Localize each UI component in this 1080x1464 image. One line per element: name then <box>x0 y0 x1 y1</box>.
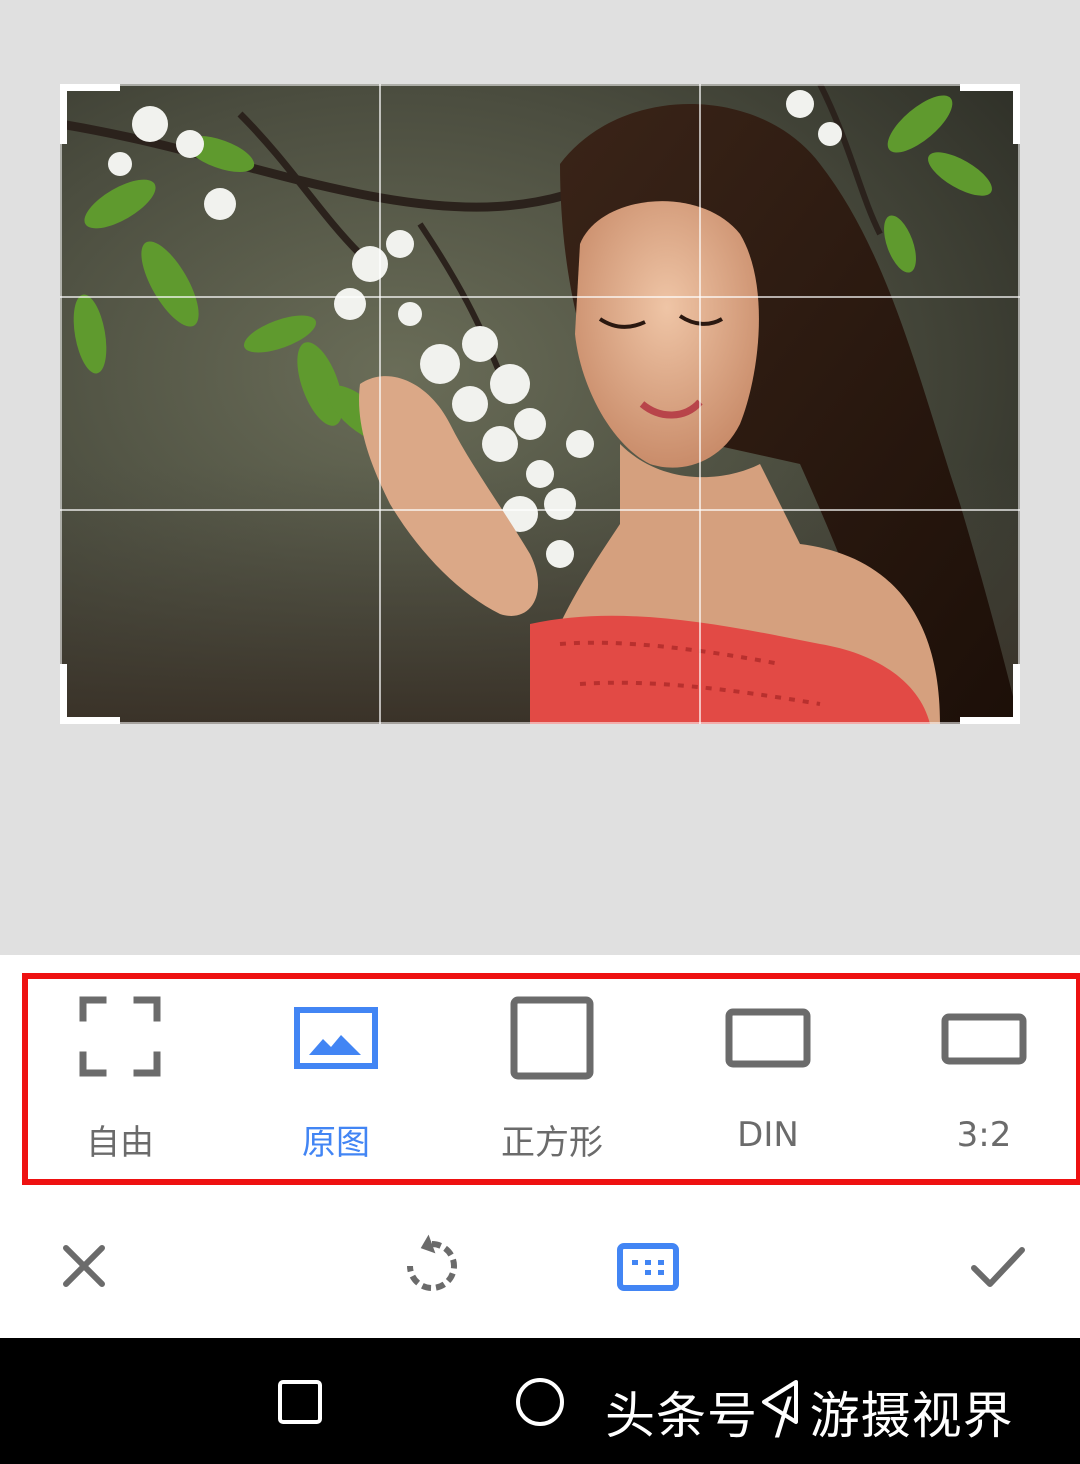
confirm-button[interactable] <box>958 1226 1038 1306</box>
crop-frame <box>60 84 1020 724</box>
recents-button[interactable] <box>272 1374 328 1430</box>
watermark-text: 头条号 / 游摄视界 <box>605 1387 1014 1445</box>
check-icon <box>971 1247 1025 1287</box>
crop-handle-top-right[interactable] <box>960 84 1020 144</box>
din-ratio-icon <box>693 985 843 1095</box>
home-button[interactable] <box>512 1374 568 1430</box>
close-icon <box>63 1245 105 1287</box>
square-icon <box>477 985 627 1095</box>
editor-canvas <box>0 0 1080 955</box>
aspect-ratio-button[interactable] <box>608 1226 688 1306</box>
aspect-option-label: DIN <box>737 1115 799 1155</box>
cancel-button[interactable] <box>44 1226 124 1306</box>
system-navigation-bar: 头条号 / 游摄视界 <box>0 1338 1080 1464</box>
free-crop-icon <box>45 985 195 1095</box>
home-circle-icon <box>516 1378 564 1426</box>
aspect-option-label: 原图 <box>302 1123 370 1163</box>
crop-action-bar <box>0 1200 1080 1338</box>
crop-handle-top-left[interactable] <box>60 84 120 144</box>
crop-handle-bottom-right[interactable] <box>960 664 1020 724</box>
crop-handle-bottom-left[interactable] <box>60 664 120 724</box>
aspect-option-original[interactable]: 原图 <box>261 985 411 1175</box>
ratio-3-2-icon <box>909 985 1059 1095</box>
rotate-icon <box>407 1234 457 1291</box>
recents-square-icon <box>278 1380 322 1424</box>
aspect-option-square[interactable]: 正方形 <box>477 985 627 1175</box>
aspect-option-label: 自由 <box>86 1123 154 1163</box>
aspect-ratio-panel: 自由 原图 正方形 DIN 3:2 <box>0 955 1080 1200</box>
rotate-button[interactable] <box>392 1226 472 1306</box>
aspect-option-label: 3:2 <box>956 1115 1012 1155</box>
aspect-option-label: 正方形 <box>501 1123 603 1163</box>
aspect-option-3-2[interactable]: 3:2 <box>909 985 1059 1175</box>
original-image-icon <box>261 985 411 1095</box>
aspect-option-din[interactable]: DIN <box>693 985 843 1175</box>
aspect-ratio-icon <box>617 1243 679 1291</box>
aspect-option-free[interactable]: 自由 <box>45 985 195 1175</box>
